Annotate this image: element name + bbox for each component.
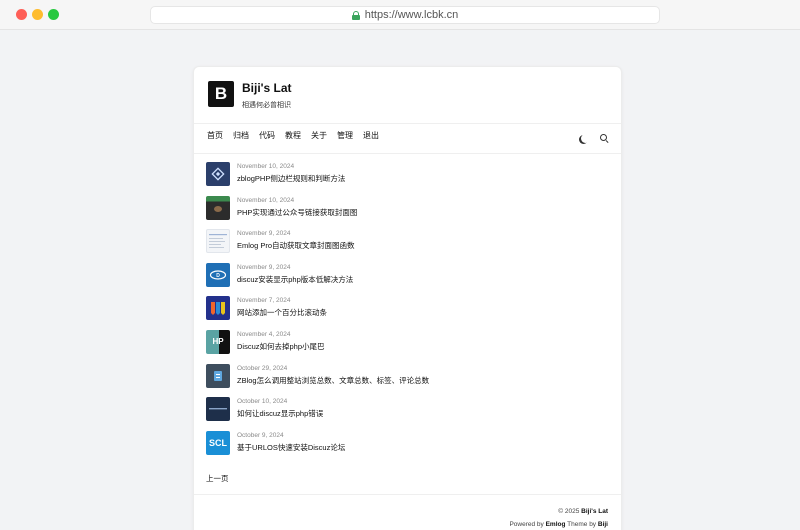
window-minimize-button[interactable] bbox=[32, 9, 43, 20]
post-title[interactable]: ZBlog怎么调用整站浏览总数、文章总数、标签、评论总数 bbox=[237, 375, 429, 386]
post-thumbnail[interactable] bbox=[206, 195, 230, 220]
list-item[interactable]: October 29, 2024 ZBlog怎么调用整站浏览总数、文章总数、标签… bbox=[206, 363, 606, 398]
list-item[interactable]: October 10, 2024 如何让discuz显示php错误 bbox=[206, 397, 606, 431]
post-thumbnail[interactable] bbox=[206, 229, 230, 254]
post-title[interactable]: 基于URLOS快速安装Discuz论坛 bbox=[237, 442, 345, 453]
cms-link[interactable]: Emlog bbox=[546, 521, 566, 528]
divider bbox=[194, 123, 621, 124]
post-date: October 9, 2024 bbox=[237, 431, 284, 439]
post-title[interactable]: Emlog Pro自动获取文章封面图函数 bbox=[237, 240, 355, 251]
main-nav: 首页 归档 代码 教程 关于 管理 退出 bbox=[207, 130, 379, 146]
nav-item-admin[interactable]: 管理 bbox=[337, 130, 353, 146]
post-thumbnail[interactable] bbox=[206, 363, 230, 388]
post-date: October 29, 2024 bbox=[237, 364, 288, 372]
site-logo[interactable]: B bbox=[208, 81, 234, 107]
list-item[interactable]: D November 9, 2024 discuz安装显示php版本低解决方法 bbox=[206, 262, 606, 297]
post-title[interactable]: 网站添加一个百分比滚动条 bbox=[237, 307, 327, 318]
post-thumbnail[interactable] bbox=[206, 296, 230, 321]
list-item[interactable]: HP November 4, 2024 Discuz如何去掉php小尾巴 bbox=[206, 329, 606, 364]
post-title[interactable]: 如何让discuz显示php错误 bbox=[237, 408, 323, 419]
post-date: November 9, 2024 bbox=[237, 230, 291, 238]
address-bar[interactable]: https://www.lcbk.cn bbox=[150, 6, 660, 24]
search-icon[interactable] bbox=[600, 133, 609, 143]
theme-author-link[interactable]: Biji bbox=[598, 521, 608, 528]
nav-item-about[interactable]: 关于 bbox=[311, 130, 327, 146]
post-title[interactable]: discuz安装显示php版本低解决方法 bbox=[237, 274, 353, 285]
nav-item-archive[interactable]: 归档 bbox=[233, 130, 249, 146]
divider bbox=[194, 153, 621, 154]
post-date: October 10, 2024 bbox=[237, 398, 288, 406]
footer-copyright: © 2025 Biji's Lat bbox=[558, 508, 608, 515]
list-item[interactable]: November 7, 2024 网站添加一个百分比滚动条 bbox=[206, 296, 606, 330]
post-thumbnail[interactable]: SCL bbox=[206, 430, 230, 455]
footer-credits: Powered by Emlog Theme by Biji bbox=[509, 521, 608, 528]
copyright-text: © 2025 bbox=[558, 508, 580, 515]
nav-item-home[interactable]: 首页 bbox=[207, 130, 223, 146]
nav-item-logout[interactable]: 退出 bbox=[363, 130, 379, 146]
lock-icon bbox=[351, 10, 360, 20]
site-subtitle: 相遇何必曾相识 bbox=[242, 102, 291, 109]
svg-text:D: D bbox=[216, 273, 220, 279]
post-thumbnail[interactable]: HP bbox=[206, 329, 230, 354]
list-item[interactable]: November 9, 2024 Emlog Pro自动获取文章封面图函数 bbox=[206, 229, 606, 263]
post-date: November 10, 2024 bbox=[237, 196, 295, 204]
post-title[interactable]: PHP实现通过公众号链接获取封面图 bbox=[237, 207, 357, 218]
divider bbox=[194, 494, 621, 495]
browser-chrome: https://www.lcbk.cn bbox=[0, 0, 800, 30]
post-list: November 10, 2024 zblogPHP侧边栏规则和判断方法 Nov… bbox=[206, 162, 606, 464]
post-thumbnail[interactable] bbox=[206, 397, 230, 422]
list-item[interactable]: November 10, 2024 PHP实现通过公众号链接获取封面图 bbox=[206, 195, 606, 230]
window-maximize-button[interactable] bbox=[48, 9, 59, 20]
nav-item-code[interactable]: 代码 bbox=[259, 130, 275, 146]
page-card: B Biji's Lat 相遇何必曾相识 首页 归档 代码 教程 关于 管理 退… bbox=[193, 66, 622, 530]
post-title[interactable]: zblogPHP侧边栏规则和判断方法 bbox=[237, 173, 345, 184]
prev-page-link[interactable]: 上一页 bbox=[206, 473, 229, 484]
theme-by-text: Theme by bbox=[567, 521, 597, 528]
post-date: November 4, 2024 bbox=[237, 330, 291, 338]
powered-by-text: Powered by bbox=[509, 521, 544, 528]
site-header: B Biji's Lat 相遇何必曾相识 bbox=[194, 67, 621, 123]
post-title[interactable]: Discuz如何去掉php小尾巴 bbox=[237, 341, 325, 352]
site-title[interactable]: Biji's Lat bbox=[242, 81, 292, 95]
post-thumbnail[interactable]: D bbox=[206, 262, 230, 287]
url-text: https://www.lcbk.cn bbox=[364, 9, 459, 21]
post-date: November 10, 2024 bbox=[237, 163, 295, 170]
moon-icon[interactable] bbox=[581, 134, 590, 143]
list-item[interactable]: November 10, 2024 zblogPHP侧边栏规则和判断方法 bbox=[206, 162, 606, 196]
post-date: November 7, 2024 bbox=[237, 297, 291, 305]
post-date: November 9, 2024 bbox=[237, 263, 291, 271]
nav-tools bbox=[579, 130, 609, 146]
post-thumbnail[interactable] bbox=[206, 162, 230, 186]
window-close-button[interactable] bbox=[16, 9, 27, 20]
footer-site-name[interactable]: Biji's Lat bbox=[581, 508, 608, 515]
list-item[interactable]: SCL October 9, 2024 基于URLOS快速安装Discuz论坛 bbox=[206, 430, 606, 465]
nav-item-tutorial[interactable]: 教程 bbox=[285, 130, 301, 146]
